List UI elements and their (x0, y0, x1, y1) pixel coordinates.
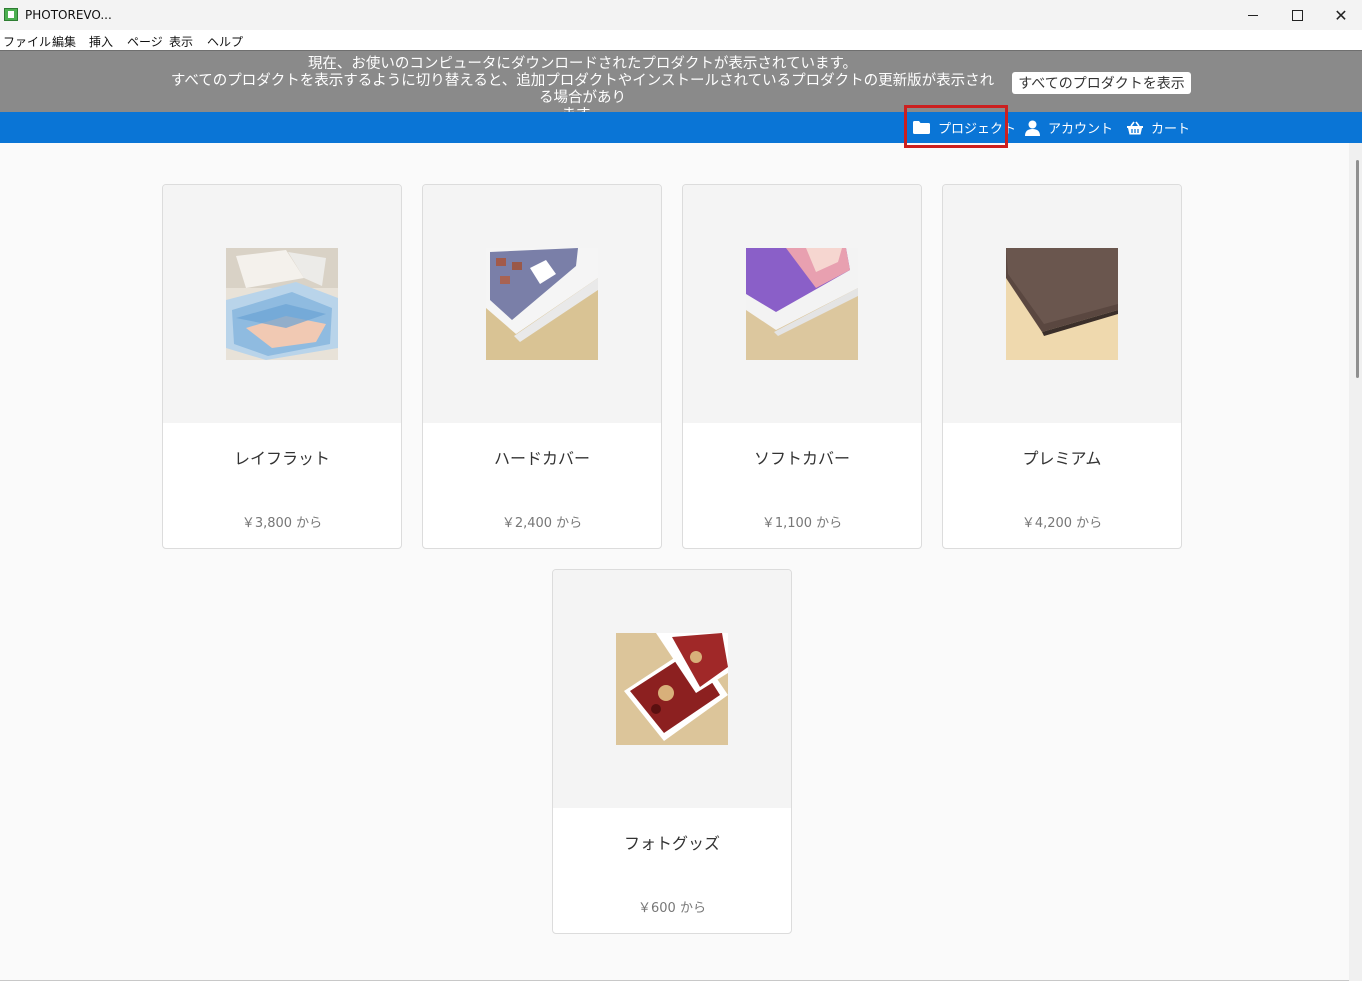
show-all-products-button[interactable]: すべてのプロダクトを表示 (1012, 72, 1191, 94)
photo-goods-thumbnail (616, 633, 728, 745)
download-notice-banner: 現在、お使いのコンピュータにダウンロードされたプロダクトが表示されています。 す… (0, 50, 1362, 123)
product-name: レイフラット (233, 449, 330, 468)
product-image-area (683, 185, 921, 423)
notice-line-2: すべてのプロダクトを表示するように切り替えると、追加プロダクトやインストールされ… (170, 73, 995, 106)
menu-bar: ファイル 編集 挿入 ページ 表示 ヘルプ (0, 30, 1362, 50)
basket-icon (1127, 121, 1143, 134)
projects-highlight-box (904, 105, 1008, 148)
title-bar: PHOTOREVO... ✕ (0, 0, 1362, 30)
product-card-layflat[interactable]: レイフラット ￥3,800 から (162, 184, 402, 549)
nav-account-label: アカウント (1048, 122, 1114, 137)
close-button[interactable]: ✕ (1318, 0, 1362, 30)
menu-view[interactable]: 表示 (169, 33, 193, 50)
notice-line-1: 現在、お使いのコンピュータにダウンロードされたプロダクトが表示されています。 (307, 56, 858, 72)
minimize-icon (1248, 14, 1258, 16)
menu-file[interactable]: ファイル (3, 33, 51, 50)
product-card-softcover[interactable]: ソフトカバー ￥1,100 から (682, 184, 922, 549)
product-image-area (423, 185, 661, 423)
top-nav-bar: プロジェクト アカウント カート (0, 112, 1362, 143)
layflat-photobook-thumbnail (226, 248, 338, 360)
maximize-button[interactable] (1274, 0, 1320, 30)
minimize-button[interactable] (1230, 0, 1276, 30)
nav-cart-label: カート (1151, 122, 1191, 137)
product-image-area (553, 570, 791, 808)
product-price: ￥4,200 から (1021, 516, 1103, 531)
premium-photobook-thumbnail (1006, 248, 1118, 360)
product-card-hardcover[interactable]: ハードカバー ￥2,400 から (422, 184, 662, 549)
maximize-icon (1291, 9, 1303, 21)
scrollbar-thumb[interactable] (1356, 160, 1359, 378)
product-name: ハードカバー (493, 449, 590, 468)
nav-cart[interactable]: カート (1127, 112, 1190, 143)
product-card-photo-goods[interactable]: フォトグッズ ￥600 から (552, 569, 792, 934)
menu-help[interactable]: ヘルプ (207, 33, 243, 50)
softcover-photobook-thumbnail (746, 248, 858, 360)
product-image-area (943, 185, 1181, 423)
product-name: プレミアム (1022, 449, 1102, 468)
nav-account[interactable]: アカウント (1025, 112, 1113, 143)
close-icon: ✕ (1334, 5, 1348, 25)
product-price: ￥1,100 から (761, 516, 843, 531)
product-name: ソフトカバー (753, 449, 850, 468)
product-price: ￥2,400 から (501, 516, 583, 531)
menu-edit[interactable]: 編集 (52, 33, 76, 50)
product-name: フォトグッズ (623, 834, 720, 853)
user-icon (1025, 120, 1040, 136)
window-title: PHOTOREVO... (25, 8, 112, 22)
hardcover-photobook-thumbnail (486, 248, 598, 360)
app-logo-icon (4, 8, 18, 21)
menu-page[interactable]: ページ (127, 33, 163, 50)
menu-insert[interactable]: 挿入 (89, 33, 113, 50)
product-image-area (163, 185, 401, 423)
product-price: ￥600 から (638, 901, 706, 916)
product-card-premium[interactable]: プレミアム ￥4,200 から (942, 184, 1182, 549)
product-price: ￥3,800 から (241, 516, 323, 531)
